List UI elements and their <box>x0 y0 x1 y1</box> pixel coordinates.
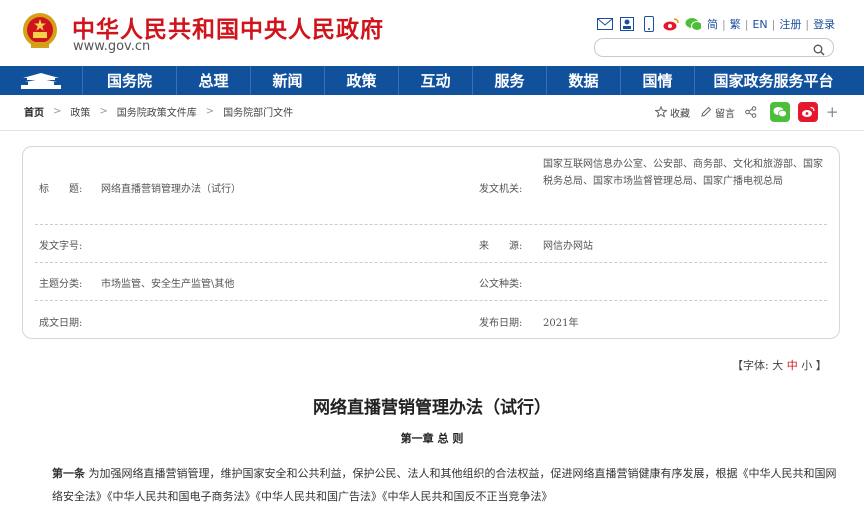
share-icon[interactable] <box>745 106 760 118</box>
main-nav: 国务院 总理 新闻 政策 互动 服务 数据 国情 国家政务服务平台 <box>0 66 864 95</box>
lang-simplified[interactable]: 简 <box>707 18 718 31</box>
login-link[interactable]: 登录 <box>813 18 835 31</box>
mail-icon[interactable] <box>597 16 613 32</box>
comment-button[interactable]: 留言 <box>700 105 735 120</box>
nav-item-interaction[interactable]: 互动 <box>398 66 472 95</box>
chevron-right-icon: > <box>205 106 215 117</box>
font-size-suffix: 】 <box>815 359 827 372</box>
nav-item-national-conditions[interactable]: 国情 <box>620 66 694 95</box>
nav-item-news[interactable]: 新闻 <box>250 66 324 95</box>
font-size-switcher: 【字体: 大 中 小 】 <box>732 357 827 373</box>
title-value: 网络直播营销管理办法（试行） <box>101 184 241 195</box>
document-meta-table: 标 题: 网络直播营销管理办法（试行） 发文机关: 国家互联网信息办公室、公安部… <box>22 146 840 339</box>
breadcrumb-home[interactable]: 首页 <box>24 104 44 119</box>
national-emblem-icon[interactable] <box>22 12 58 50</box>
breadcrumb-policy-library[interactable]: 国务院政策文件库 <box>117 104 197 119</box>
article-paragraph: 第一条 为加强网络直播营销管理，维护国家安全和公共利益，保护公民、法人和其他组织… <box>52 462 842 508</box>
site-url: www.gov.cn <box>73 39 151 54</box>
site-header: 中华人民共和国中央人民政府 www.gov.cn 简 | 繁 | EN | 注册 | 登录 <box>0 0 864 66</box>
search-box[interactable] <box>594 38 834 60</box>
language-links: 简 | 繁 | EN | 注册 | 登录 <box>707 18 836 31</box>
font-size-medium[interactable]: 中 <box>787 359 798 372</box>
published-label: 发布日期: <box>479 318 523 329</box>
type-label: 公文种类: <box>479 279 523 290</box>
font-size-small[interactable]: 小 <box>801 359 812 372</box>
favorite-button[interactable]: 收藏 <box>655 105 690 120</box>
article-label: 第一条 <box>52 467 85 480</box>
star-icon <box>655 106 667 118</box>
wechat-share-icon[interactable] <box>770 102 790 122</box>
pencil-icon <box>701 106 712 117</box>
meta-row-title: 标 题: 网络直播营销管理办法（试行） 发文机关: 国家互联网信息办公室、公安部… <box>35 147 827 225</box>
more-share-icon[interactable]: + <box>826 103 839 121</box>
nav-item-services[interactable]: 服务 <box>472 66 546 95</box>
tiananmen-icon[interactable] <box>0 66 82 95</box>
article-text: 为加强网络直播营销管理，维护国家安全和公共利益，保护公民、法人和其他组织的合法权… <box>52 467 837 503</box>
lang-traditional[interactable]: 繁 <box>730 18 741 31</box>
chevron-right-icon: > <box>53 106 62 117</box>
register-link[interactable]: 注册 <box>779 18 801 31</box>
chevron-right-icon: > <box>99 106 108 117</box>
topic-label: 主题分类: <box>39 279 83 290</box>
wechat-icon[interactable] <box>685 16 701 32</box>
issuer-label: 发文机关: <box>479 184 523 195</box>
meta-row-docno: 发文字号: 来 源: 网信办网站 <box>35 225 827 263</box>
docno-label: 发文字号: <box>39 241 83 252</box>
font-size-prefix: 【字体: <box>732 359 769 372</box>
breadcrumb-policy[interactable]: 政策 <box>70 104 90 119</box>
search-input[interactable] <box>605 43 805 59</box>
source-label: 来 源: <box>479 241 523 252</box>
nav-item-data[interactable]: 数据 <box>546 66 620 95</box>
header-tools: 简 | 繁 | EN | 注册 | 登录 <box>597 15 835 33</box>
header-divider <box>0 130 864 131</box>
lang-english[interactable]: EN <box>752 18 767 31</box>
nav-item-state-council[interactable]: 国务院 <box>82 66 176 95</box>
weibo-icon[interactable] <box>663 16 679 32</box>
mobile-icon[interactable] <box>641 16 657 32</box>
breadcrumb: 首页 > 政策 > 国务院政策文件库 > 国务院部门文件 <box>24 104 293 119</box>
favorite-label: 收藏 <box>670 108 690 120</box>
share-bar: 收藏 留言 + <box>655 102 839 122</box>
user-icon[interactable] <box>619 16 635 32</box>
search-icon[interactable] <box>813 41 825 60</box>
topic-value: 市场监管、安全生产监管\其他 <box>101 279 235 290</box>
meta-row-dates: 成文日期: 发布日期: 2021年 <box>35 301 827 338</box>
weibo-share-icon[interactable] <box>798 102 818 122</box>
meta-row-topic: 主题分类: 市场监管、安全生产监管\其他 公文种类: <box>35 263 827 301</box>
source-value: 网信办网站 <box>543 241 593 252</box>
document-title: 网络直播营销管理办法（试行） <box>313 398 551 418</box>
chapter-heading: 第一章 总 则 <box>400 432 464 445</box>
nav-item-policy[interactable]: 政策 <box>324 66 398 95</box>
font-size-large[interactable]: 大 <box>772 359 783 372</box>
issuer-value: 国家互联网信息办公室、公安部、商务部、文化和旅游部、国家税务总局、国家市场监督管… <box>543 159 823 187</box>
breadcrumb-department-docs[interactable]: 国务院部门文件 <box>223 104 293 119</box>
title-label: 标 题: <box>39 184 83 195</box>
nav-item-gov-service-platform[interactable]: 国家政务服务平台 <box>694 66 852 95</box>
published-value: 2021年 <box>543 318 579 329</box>
nav-item-premier[interactable]: 总理 <box>176 66 250 95</box>
comment-label: 留言 <box>715 108 735 120</box>
created-label: 成文日期: <box>39 318 83 329</box>
